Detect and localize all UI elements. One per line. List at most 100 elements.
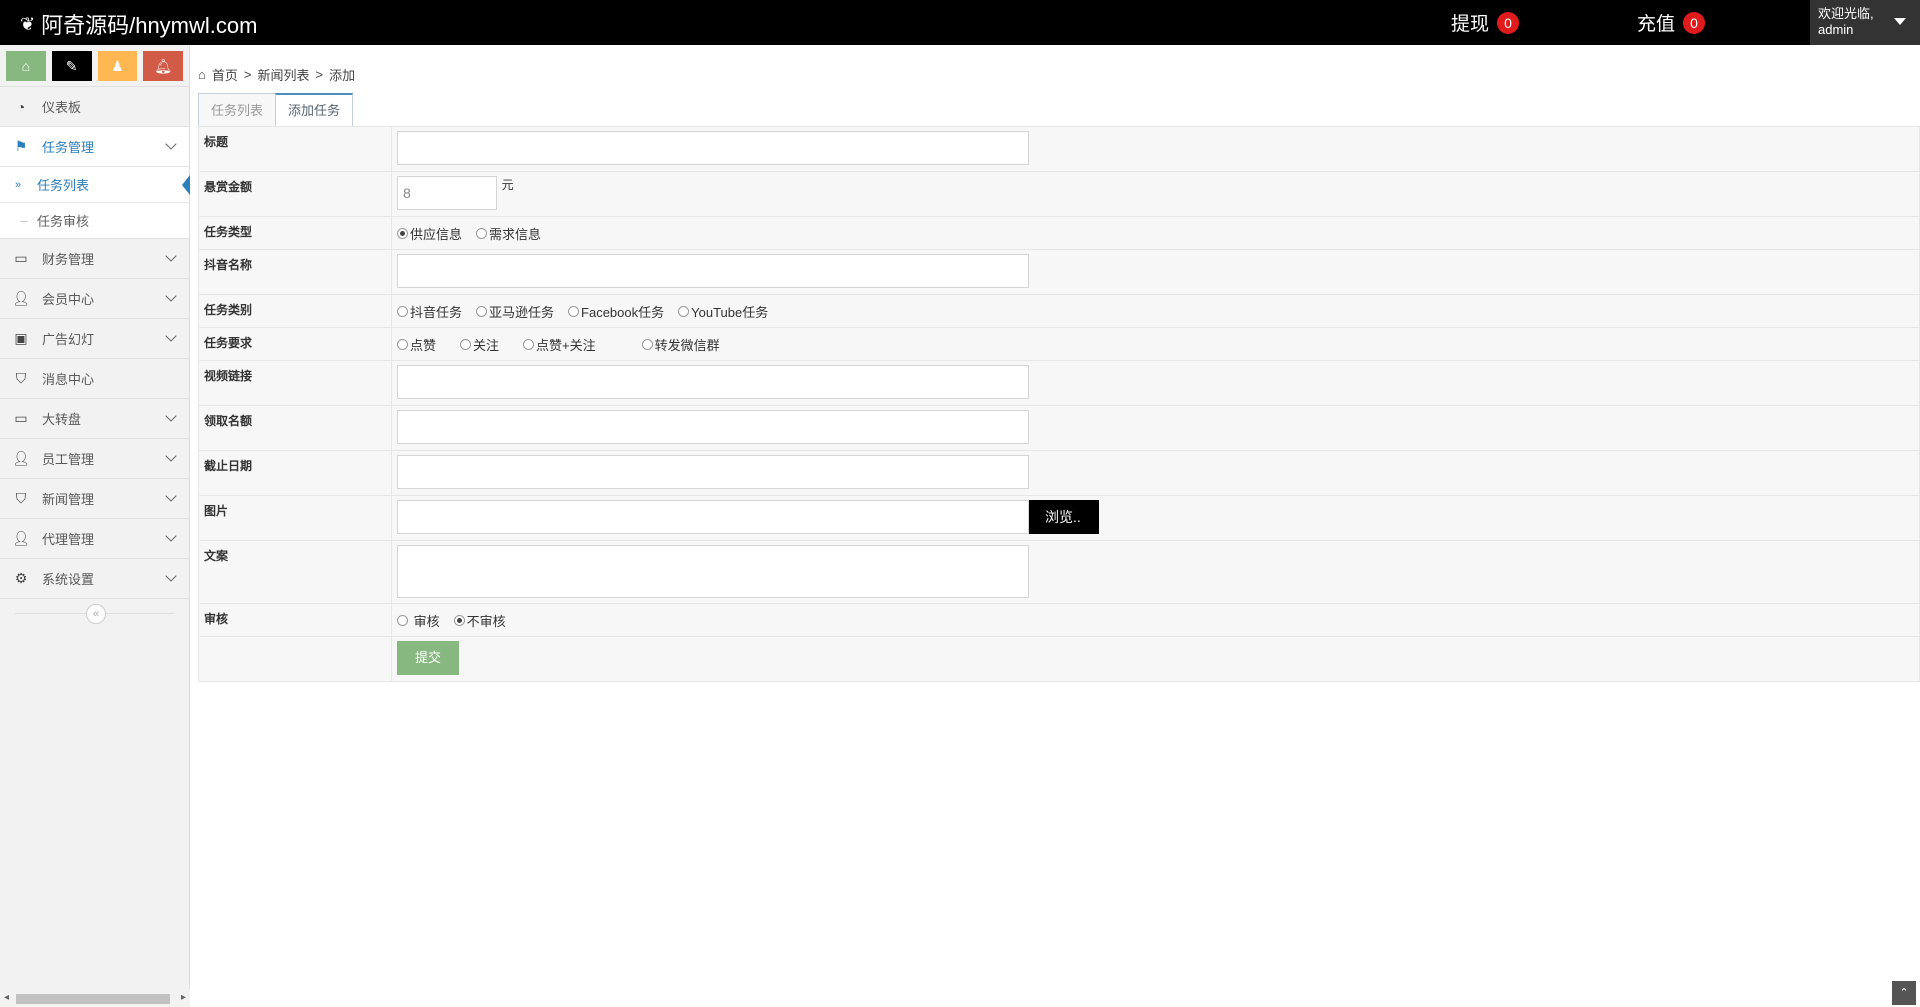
user-menu[interactable]: 欢迎光临, admin bbox=[1810, 0, 1920, 45]
chevron-down-icon bbox=[165, 410, 177, 422]
sidebar-item-label: 财务管理 bbox=[42, 252, 95, 267]
caret-down-icon bbox=[1894, 18, 1906, 25]
radio-dot[interactable] bbox=[453, 614, 465, 626]
sidebar-item-settings[interactable]: ⚙ 系统设置 bbox=[0, 558, 189, 598]
shortcut-buttons: ⌂ ✎ ♟ 🔔︎ bbox=[0, 45, 189, 86]
radio-douyin[interactable]: 抖音任务 bbox=[397, 302, 462, 321]
video-link-input[interactable] bbox=[397, 365, 1029, 399]
empty-label bbox=[198, 636, 392, 682]
withdraw-link[interactable]: 提现 0 bbox=[1451, 9, 1520, 36]
sidebar: ⌂ ✎ ♟ 🔔︎ ◔ 仪表板 ⚑ 任务管理 任务列表 任务审核 ▭ 财务管理 👤… bbox=[0, 45, 190, 1007]
sidebar-item-label: 仪表板 bbox=[42, 100, 82, 115]
radio-dot[interactable] bbox=[641, 338, 653, 350]
radio-demand[interactable]: 需求信息 bbox=[476, 224, 541, 243]
sidebar-item-ads[interactable]: ▣ 广告幻灯 bbox=[0, 318, 189, 358]
breadcrumb: ⌂ 首页 > 新闻列表 > 添加 bbox=[198, 65, 355, 84]
tab-add-task[interactable]: 添加任务 bbox=[275, 93, 354, 127]
sidebar-item-messages[interactable]: ⛉ 消息中心 bbox=[0, 358, 189, 398]
copy-label: 文案 bbox=[198, 540, 392, 604]
task-type-label: 任务类型 bbox=[198, 216, 392, 250]
sidebar-scrollbar[interactable]: ◂ ▸ bbox=[0, 989, 190, 1007]
radio-label: 亚马逊任务 bbox=[489, 304, 555, 320]
radio-label: Facebook任务 bbox=[581, 304, 665, 320]
bookmark-icon: ⛉ bbox=[15, 490, 27, 506]
main-content: ⌂ 首页 > 新闻列表 > 添加 任务列表 添加任务 标题 悬赏金额 元 任务类… bbox=[198, 45, 1920, 1007]
radio-like[interactable]: 点赞 bbox=[397, 335, 436, 354]
sidebar-item-wheel[interactable]: ▭ 大转盘 bbox=[0, 398, 189, 438]
sidebar-item-label: 会员中心 bbox=[42, 292, 95, 307]
breadcrumb-news-list[interactable]: 新闻列表 bbox=[257, 65, 309, 84]
radio-dot[interactable] bbox=[460, 338, 472, 350]
radio-audit[interactable]: 审核 bbox=[397, 611, 440, 630]
radio-dot[interactable] bbox=[476, 227, 488, 239]
back-to-top-button[interactable]: ⌃ bbox=[1892, 981, 1916, 1005]
recharge-link[interactable]: 充值 0 bbox=[1637, 9, 1706, 36]
sidebar-item-staff[interactable]: 👤︎ 员工管理 bbox=[0, 438, 189, 478]
sidebar-subitem-task-review[interactable]: 任务审核 bbox=[0, 202, 189, 238]
sidebar-item-tasks[interactable]: ⚑ 任务管理 bbox=[0, 126, 189, 166]
radio-share-wechat[interactable]: 转发微信群 bbox=[641, 335, 720, 354]
radio-dot[interactable] bbox=[397, 614, 408, 626]
scroll-right-icon[interactable]: ▸ bbox=[181, 992, 186, 1003]
scrollbar-thumb[interactable] bbox=[16, 994, 170, 1004]
leaf-icon: ❦ bbox=[20, 13, 36, 34]
copy-textarea[interactable] bbox=[397, 545, 1029, 598]
submit-button[interactable]: 提交 bbox=[397, 641, 459, 675]
radio-supply[interactable]: 供应信息 bbox=[397, 224, 462, 243]
radio-amazon[interactable]: 亚马逊任务 bbox=[476, 302, 554, 321]
deadline-input[interactable] bbox=[397, 455, 1029, 489]
radio-label: 点赞 bbox=[410, 337, 437, 353]
radio-facebook[interactable]: Facebook任务 bbox=[568, 302, 664, 321]
radio-dot[interactable] bbox=[397, 227, 408, 239]
radio-dot[interactable] bbox=[397, 305, 408, 317]
radio-label: 关注 bbox=[473, 337, 500, 353]
sidebar-item-members[interactable]: 👤︎ 会员中心 bbox=[0, 278, 189, 318]
sidebar-item-label: 员工管理 bbox=[42, 452, 95, 467]
radio-youtube[interactable]: YouTube任务 bbox=[678, 302, 768, 321]
bell-shortcut-button[interactable]: 🔔︎ bbox=[143, 51, 183, 81]
radio-no-audit[interactable]: 不审核 bbox=[453, 611, 506, 630]
radio-dot[interactable] bbox=[568, 305, 580, 317]
chevron-down-icon bbox=[165, 450, 177, 462]
sidebar-item-label: 任务管理 bbox=[42, 140, 95, 155]
flag-icon: ⚑ bbox=[14, 138, 28, 154]
breadcrumb-home[interactable]: 首页 bbox=[212, 65, 238, 84]
sidebar-subitem-task-list[interactable]: 任务列表 bbox=[0, 166, 190, 202]
sidebar-item-label: 消息中心 bbox=[42, 372, 95, 387]
home-shortcut-button[interactable]: ⌂ bbox=[6, 51, 46, 81]
collapse-sidebar-button[interactable]: « bbox=[86, 604, 106, 624]
radio-dot[interactable] bbox=[678, 305, 690, 317]
image-file-input[interactable] bbox=[397, 500, 1029, 534]
edit-shortcut-button[interactable]: ✎ bbox=[51, 51, 92, 81]
quota-input[interactable] bbox=[397, 410, 1029, 444]
dashboard-icon: ◔ bbox=[16, 98, 26, 115]
radio-dot[interactable] bbox=[523, 338, 535, 350]
sidebar-item-finance[interactable]: ▭ 财务管理 bbox=[0, 238, 189, 278]
add-task-form: 标题 悬赏金额 元 任务类型 供应信息 需求信息 抖音名称 任务类别 bbox=[198, 126, 1920, 682]
breadcrumb-current: 添加 bbox=[329, 68, 356, 83]
sidebar-item-news[interactable]: ⛉ 新闻管理 bbox=[0, 478, 189, 518]
sidebar-item-agents[interactable]: 👤︎ 代理管理 bbox=[0, 518, 189, 558]
radio-dot[interactable] bbox=[397, 338, 408, 350]
tab-task-list[interactable]: 任务列表 bbox=[198, 93, 277, 126]
radio-follow[interactable]: 关注 bbox=[460, 335, 499, 354]
double-chevron-up-icon: ⌃ bbox=[1899, 987, 1909, 999]
brand[interactable]: ❦ 阿奇源码/hnymwl.com bbox=[20, 8, 257, 40]
radio-dot[interactable] bbox=[476, 305, 488, 317]
brand-title: 阿奇源码/hnymwl.com bbox=[41, 13, 258, 38]
reward-input[interactable] bbox=[397, 176, 497, 210]
scroll-left-icon[interactable]: ◂ bbox=[4, 992, 9, 1003]
douyin-name-input[interactable] bbox=[397, 254, 1029, 288]
radio-like-follow[interactable]: 点赞+关注 bbox=[523, 335, 596, 354]
users-shortcut-button[interactable]: ♟ bbox=[97, 51, 138, 81]
pencil-icon: ✎ bbox=[65, 57, 78, 74]
bookmark-icon: ⛉ bbox=[15, 370, 27, 386]
radio-label: 点赞+关注 bbox=[536, 337, 596, 353]
title-input[interactable] bbox=[397, 131, 1029, 165]
browse-button[interactable]: 浏览.. bbox=[1029, 500, 1099, 534]
video-link-label: 视频链接 bbox=[198, 360, 392, 406]
recharge-label: 充值 bbox=[1637, 14, 1676, 35]
chevron-down-icon bbox=[165, 330, 177, 342]
radio-label: YouTube任务 bbox=[691, 304, 769, 320]
sidebar-item-dashboard[interactable]: ◔ 仪表板 bbox=[0, 86, 189, 126]
